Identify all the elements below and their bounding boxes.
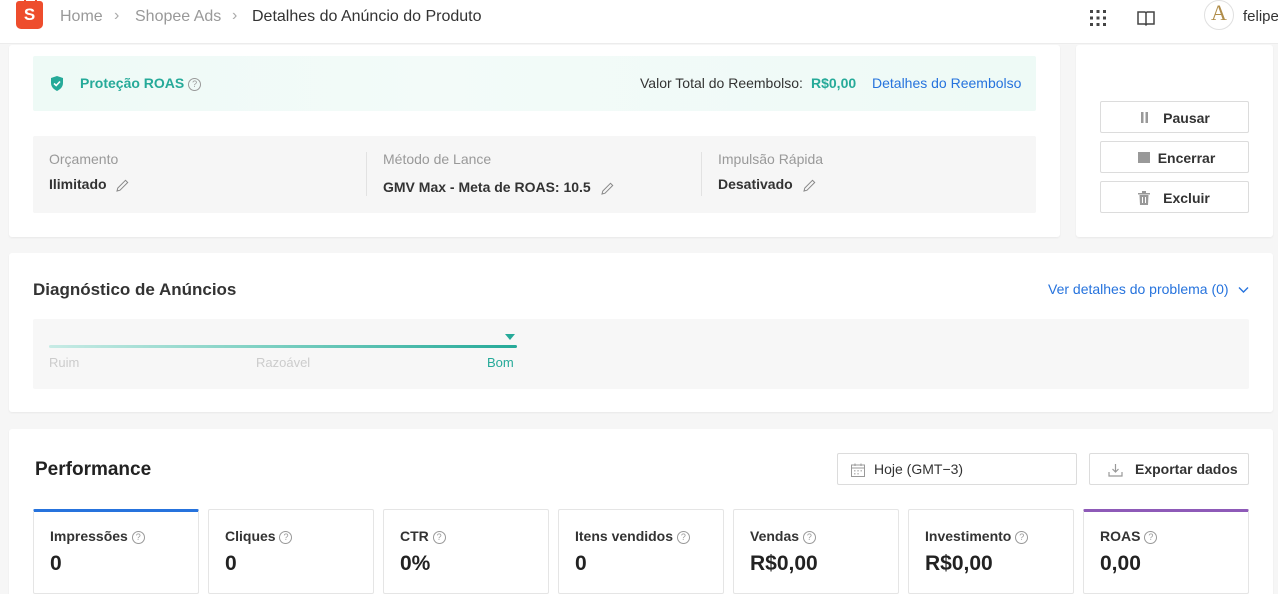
metric-label-text: Cliques <box>225 528 276 544</box>
top-header: S Home › Shopee Ads › Detalhes do Anúnci… <box>0 0 1278 44</box>
apps-grid-icon[interactable] <box>1088 8 1108 28</box>
roas-protection-banner: Proteção ROAS ? Valor Total do Reembolso… <box>33 56 1036 111</box>
pause-button[interactable]: Pausar <box>1100 101 1249 133</box>
chevron-right-icon: › <box>114 7 120 24</box>
help-icon[interactable]: ? <box>1144 530 1158 544</box>
diagnostic-marker-icon <box>505 334 515 340</box>
breadcrumb-shopee-ads[interactable]: Shopee Ads <box>135 8 221 26</box>
export-data-button[interactable]: Exportar dados <box>1089 453 1249 485</box>
username[interactable]: felipe <box>1243 8 1278 25</box>
breadcrumb-current: Detalhes do Anúncio do Produto <box>252 8 482 25</box>
metric-value: 0% <box>400 552 431 575</box>
end-label: Encerrar <box>1157 150 1216 166</box>
metric-label-text: Impressões <box>50 528 128 544</box>
metric-roas[interactable]: ROAS ? 0,00 <box>1083 509 1249 594</box>
level-fair: Razoável <box>256 355 311 370</box>
shield-check-icon <box>51 76 63 91</box>
quick-boost-value-text: Desativado <box>718 176 793 192</box>
metric-label: Investimento ? <box>925 528 1029 544</box>
edit-pencil-icon[interactable] <box>600 182 614 195</box>
delete-button[interactable]: Excluir <box>1100 181 1249 213</box>
metric-label-text: ROAS <box>1100 528 1141 544</box>
date-range-picker[interactable]: Hoje (GMT−3) <box>837 453 1077 485</box>
ad-settings-panel: Orçamento Ilimitado Método de Lance GMV … <box>33 136 1036 213</box>
date-range-value: Hoje (GMT−3) <box>874 461 964 477</box>
metric-value: R$0,00 <box>925 552 993 575</box>
metric-label: CTR ? <box>400 528 446 544</box>
level-poor: Ruim <box>49 355 80 370</box>
calendar-icon <box>851 463 865 477</box>
help-icon[interactable]: ? <box>279 530 293 544</box>
refund-total-label: Valor Total do Reembolso: <box>640 75 803 91</box>
shopee-logo-icon[interactable]: S <box>16 0 43 29</box>
diagnostic-track <box>49 345 517 348</box>
metric-label: Cliques ? <box>225 528 293 544</box>
problem-details-link[interactable]: Ver detalhes do problema (0) <box>1048 281 1249 297</box>
metric-value: 0 <box>575 552 587 575</box>
breadcrumb-home[interactable]: Home <box>60 8 103 26</box>
metric-clicks[interactable]: Cliques ? 0 <box>208 509 374 594</box>
refund-total-value: R$0,00 <box>811 75 857 91</box>
export-data-label: Exportar dados <box>1135 461 1238 477</box>
metric-label-text: Vendas <box>750 528 800 544</box>
help-icon[interactable]: ? <box>802 530 816 544</box>
metric-sales[interactable]: Vendas ? R$0,00 <box>733 509 899 594</box>
metric-label: Impressões ? <box>50 528 145 544</box>
quick-boost-label: Impulsão Rápida <box>718 151 824 167</box>
refund-details-link[interactable]: Detalhes do Reembolso <box>872 75 1021 91</box>
delete-label: Excluir <box>1163 190 1210 206</box>
budget-value-text: Ilimitado <box>49 176 107 192</box>
logo-letter: S <box>23 5 36 24</box>
metric-label-text: CTR <box>400 528 429 544</box>
column-divider <box>701 152 702 196</box>
metric-label: Vendas ? <box>750 528 816 544</box>
avatar[interactable]: A <box>1204 0 1234 30</box>
level-good: Bom <box>487 355 514 370</box>
metric-value: 0 <box>50 552 62 575</box>
help-icon[interactable]: ? <box>131 530 145 544</box>
metric-value: 0,00 <box>1100 552 1141 575</box>
roas-protection-text: Proteção ROAS <box>80 75 185 91</box>
chevron-right-icon: › <box>232 7 238 24</box>
budget-value: Ilimitado <box>49 176 129 192</box>
metric-spend[interactable]: Investimento ? R$0,00 <box>908 509 1074 594</box>
metric-items-sold[interactable]: Itens vendidos ? 0 <box>558 509 724 594</box>
column-divider <box>366 152 367 196</box>
book-icon[interactable] <box>1136 8 1156 28</box>
help-icon[interactable]: ? <box>432 530 446 544</box>
pause-label: Pausar <box>1163 110 1210 126</box>
metric-label: Itens vendidos ? <box>575 528 690 544</box>
avatar-letter: A <box>1211 0 1227 25</box>
metric-label-text: Investimento <box>925 528 1012 544</box>
bid-method-value: GMV Max - Meta de ROAS: 10.5 <box>383 179 614 195</box>
chevron-down-icon <box>1238 287 1249 294</box>
metric-impressions[interactable]: Impressões ? 0 <box>33 509 199 594</box>
metric-label: ROAS ? <box>1100 528 1158 544</box>
bid-method-label: Método de Lance <box>383 151 492 167</box>
metric-value: R$0,00 <box>750 552 818 575</box>
help-icon[interactable]: ? <box>676 530 690 544</box>
metric-value: 0 <box>225 552 237 575</box>
diagnostic-gauge: Ruim Razoável Bom <box>33 319 1249 389</box>
edit-pencil-icon[interactable] <box>802 179 816 192</box>
roas-protection-label: Proteção ROAS ? <box>80 75 202 91</box>
problem-details-text: Ver detalhes do problema (0) <box>1048 281 1229 297</box>
performance-title: Performance <box>35 459 152 480</box>
download-icon <box>1108 464 1123 477</box>
metric-label-text: Itens vendidos <box>575 528 674 544</box>
help-icon[interactable]: ? <box>188 77 202 91</box>
quick-boost-value: Desativado <box>718 176 816 192</box>
diagnostics-title: Diagnóstico de Anúncios <box>33 280 237 299</box>
help-icon[interactable]: ? <box>1015 530 1029 544</box>
end-button[interactable]: Encerrar <box>1100 141 1249 173</box>
edit-pencil-icon[interactable] <box>116 179 129 192</box>
metric-ctr[interactable]: CTR ? 0% <box>383 509 549 594</box>
bid-method-value-text: GMV Max - Meta de ROAS: 10.5 <box>383 179 591 195</box>
budget-label: Orçamento <box>49 151 119 167</box>
